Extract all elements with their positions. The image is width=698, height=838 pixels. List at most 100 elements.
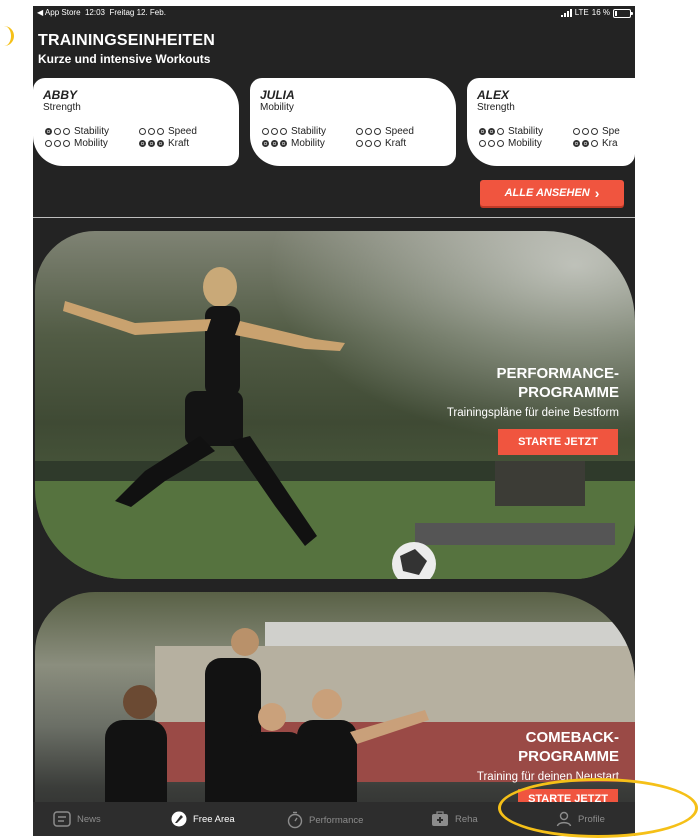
card-type: Mobility: [260, 102, 294, 113]
chevron-right-icon: ›: [594, 185, 600, 201]
signal-icon: [560, 9, 572, 17]
level-dot-empty: [591, 128, 598, 135]
tab-label: Reha: [455, 813, 478, 825]
start-performance-button[interactable]: STARTE JETZT: [498, 429, 618, 455]
stat-label: Stability: [291, 126, 327, 137]
level-dots: [45, 140, 70, 147]
level-dot-filled: [488, 128, 495, 135]
stat-label: Mobility: [291, 138, 325, 149]
card-stats-row: Stability Speed: [262, 126, 450, 137]
stat-label: Stability: [508, 126, 544, 137]
workout-cards-carousel[interactable]: ABBY Strength Stability Speed Mobility K…: [33, 78, 635, 168]
level-dot-filled: [280, 140, 287, 147]
status-time: 12:03: [84, 8, 105, 17]
tab-free-area[interactable]: Free Area: [171, 811, 235, 827]
section-subtitle: Kurze und intensive Workouts: [38, 52, 211, 66]
level-dot-empty: [356, 128, 363, 135]
stat-label: Speed: [168, 126, 197, 137]
banner-title: COMEBACK- PROGRAMME: [518, 728, 619, 766]
level-dot-empty: [63, 128, 70, 135]
card-stats-row: Mobility Kra: [479, 138, 635, 149]
card-type: Strength: [43, 102, 81, 113]
level-dot-empty: [497, 140, 504, 147]
level-dot-empty: [488, 140, 495, 147]
tab-reha[interactable]: Reha: [431, 811, 478, 827]
level-dot-empty: [374, 128, 381, 135]
free-area-icon: [171, 811, 187, 827]
card-type: Strength: [477, 102, 515, 113]
workout-card-julia[interactable]: JULIA Mobility Stability Speed Mobility …: [250, 78, 456, 166]
stat-label: Mobility: [508, 138, 542, 149]
all-workouts-button[interactable]: ALLE ANSEHEN ›: [480, 180, 624, 206]
card-stats-row: Stability Speed: [45, 126, 233, 137]
level-dots: [262, 140, 287, 147]
card-name: ALEX: [477, 88, 510, 102]
level-dot-empty: [365, 140, 372, 147]
tab-label: Free Area: [193, 813, 235, 825]
level-dot-empty: [497, 128, 504, 135]
workout-card-abby[interactable]: ABBY Strength Stability Speed Mobility K…: [33, 78, 239, 166]
stat-label: Stability: [74, 126, 110, 137]
battery-percent: 16 %: [591, 8, 610, 17]
level-dot-empty: [280, 128, 287, 135]
stat-label: Kraft: [385, 138, 407, 149]
stat-label: Kraft: [168, 138, 190, 149]
stat-label: Speed: [385, 126, 414, 137]
workout-card-alex[interactable]: ALEX Strength Stability Spe Mobility Kra: [467, 78, 635, 166]
card-stats-row: Stability Spe: [479, 126, 635, 137]
level-dot-empty: [271, 128, 278, 135]
level-dots: [262, 128, 287, 135]
banner-title: PERFORMANCE- PROGRAMME: [497, 364, 620, 402]
card-stats-row: Mobility Kraft: [262, 138, 450, 149]
annotation-highlight-profile: [498, 778, 698, 838]
level-dots: [573, 128, 598, 135]
status-left: ◀ App Store 12:03 Freitag 12. Feb.: [37, 6, 166, 20]
level-dots: [479, 140, 504, 147]
level-dot-empty: [582, 128, 589, 135]
level-dot-filled: [479, 128, 486, 135]
level-dot-filled: [262, 140, 269, 147]
status-bar: ◀ App Store 12:03 Freitag 12. Feb. LTE 1…: [33, 6, 635, 20]
level-dot-empty: [45, 140, 52, 147]
level-dot-empty: [591, 140, 598, 147]
card-name: JULIA: [260, 88, 295, 102]
news-icon: [53, 811, 71, 827]
level-dots: [139, 128, 164, 135]
level-dot-empty: [54, 140, 61, 147]
stat-label: Mobility: [74, 138, 108, 149]
level-dot-empty: [54, 128, 61, 135]
level-dot-empty: [139, 128, 146, 135]
status-right: LTE 16 %: [560, 6, 633, 20]
level-dot-filled: [148, 140, 155, 147]
back-to-app-store[interactable]: ◀ App Store: [37, 8, 81, 17]
level-dots: [356, 140, 381, 147]
status-date: Freitag 12. Feb.: [109, 8, 166, 17]
level-dot-empty: [479, 140, 486, 147]
level-dots: [479, 128, 504, 135]
stat-label: Kra: [602, 138, 618, 149]
level-dot-filled: [573, 140, 580, 147]
tab-news[interactable]: News: [53, 811, 101, 827]
section-divider: [33, 217, 635, 218]
tab-label: News: [77, 813, 101, 825]
network-type: LTE: [574, 8, 589, 17]
card-stats-row: Mobility Kraft: [45, 138, 233, 149]
level-dot-filled: [45, 128, 52, 135]
level-dot-filled: [139, 140, 146, 147]
level-dot-empty: [262, 128, 269, 135]
banner-title-line2: PROGRAMME: [518, 384, 619, 401]
level-dots: [139, 140, 164, 147]
level-dot-filled: [157, 140, 164, 147]
player-kicking-photo: [35, 267, 635, 579]
stopwatch-icon: [287, 811, 303, 829]
tab-performance[interactable]: Performance: [287, 811, 363, 829]
banner-title-line2: PROGRAMME: [518, 748, 619, 765]
battery-icon: [613, 8, 633, 18]
all-workouts-label: ALLE ANSEHEN: [504, 187, 590, 199]
performance-programs-banner[interactable]: PERFORMANCE- PROGRAMME Trainingspläne fü…: [35, 231, 635, 579]
section-title: TRAININGSEINHEITEN: [38, 32, 215, 49]
level-dots: [356, 128, 381, 135]
level-dot-filled: [582, 140, 589, 147]
app-screen: ◀ App Store 12:03 Freitag 12. Feb. LTE 1…: [33, 6, 635, 836]
level-dot-empty: [356, 140, 363, 147]
